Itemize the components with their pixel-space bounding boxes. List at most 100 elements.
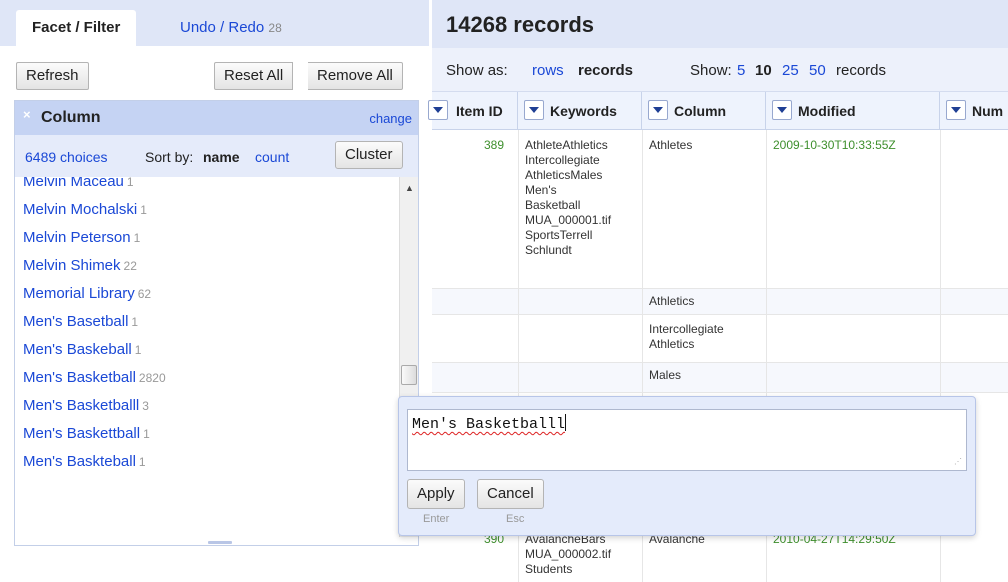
facet-change-link[interactable]: change	[369, 111, 412, 126]
page-size-suffix: records	[836, 62, 887, 79]
apply-shortcut-hint: Enter	[423, 513, 450, 525]
choice-count: 1	[126, 177, 134, 189]
choice-name[interactable]: Men's Basketballl	[23, 397, 139, 414]
choice-count: 1	[143, 427, 150, 441]
show-as-records-current: records	[578, 62, 634, 79]
undo-count: 28	[268, 21, 282, 35]
resize-grip-icon[interactable]: ⋰	[954, 457, 962, 467]
column-header-modified[interactable]: Modified	[766, 92, 940, 130]
page-size-50[interactable]: 50	[809, 62, 826, 79]
cell-column[interactable]: Intercollegiate Athletics	[649, 322, 724, 352]
facet-header: × Column change	[15, 101, 418, 135]
facet-controls: 6489 choices Sort by: name count Cluster	[15, 135, 418, 177]
keyword-line: MUA_000002.tif	[525, 547, 612, 561]
show-as-label: Show as:	[446, 62, 508, 79]
column-menu-icon[interactable]	[946, 100, 966, 120]
show-as-rows-link[interactable]: rows	[532, 62, 564, 79]
edit-value-textarea[interactable]: Men's Basketballl ⋰	[407, 409, 967, 471]
choice-name[interactable]: Memorial Library	[23, 285, 135, 302]
list-item[interactable]: Men's Baskeball 1	[23, 341, 141, 358]
choice-name[interactable]: Men's Baskettball	[23, 425, 140, 442]
column-header-label: Keywords	[550, 103, 617, 119]
keyword-line: AthleteAthletics	[525, 138, 608, 152]
choice-name[interactable]: Men's Baskteball	[23, 453, 136, 470]
cell-keywords[interactable]: AthleteAthletics Intercollegiate Athleti…	[525, 138, 640, 258]
choice-count: 2820	[138, 371, 166, 385]
list-item[interactable]: Men's Baskettball 1	[23, 425, 150, 442]
left-tab-bar: Facet / Filter Undo / Redo 28	[0, 0, 429, 46]
edit-choice-popup: Men's Basketballl ⋰ Apply Cancel Enter E…	[398, 396, 976, 536]
tab-facet-filter[interactable]: Facet / Filter	[16, 10, 137, 46]
cell-column[interactable]: Athletics	[649, 294, 694, 309]
table-header: Item ID Keywords Column Modified Num	[428, 92, 1008, 130]
column-header-keywords[interactable]: Keywords	[518, 92, 642, 130]
list-item[interactable]: Melvin Maceau 1	[23, 177, 134, 190]
column-header-num[interactable]: Num	[940, 92, 1008, 130]
list-item[interactable]: Melvin Mochalski 1	[23, 201, 147, 218]
choices-count-link[interactable]: 6489 choices	[25, 149, 108, 165]
cell-column[interactable]: Males	[649, 368, 681, 383]
list-item[interactable]: Men's Baskteball 1	[23, 453, 146, 470]
list-item[interactable]: Melvin Shimek 22	[23, 257, 137, 274]
facet-panel: Refresh Reset All Remove All × Column ch…	[0, 46, 429, 582]
list-item[interactable]: Men's Basetball 1	[23, 313, 138, 330]
choice-name[interactable]: Melvin Mochalski	[23, 201, 137, 218]
facet-choice-list: Melvin Maceau 1 Melvin Mochalski 1 Melvin …	[15, 177, 398, 537]
cluster-button[interactable]: Cluster	[335, 141, 403, 169]
apply-button[interactable]: Apply	[407, 479, 465, 509]
list-item[interactable]: Men's Basketball 2820	[23, 369, 166, 386]
cancel-shortcut-hint: Esc	[506, 513, 525, 525]
keyword-line: Students	[525, 562, 573, 576]
column-header-column[interactable]: Column	[642, 92, 766, 130]
choice-name[interactable]: Melvin Shimek	[23, 257, 121, 274]
keyword-line: Basketball	[525, 198, 581, 212]
list-item[interactable]: Men's Basketballl 3	[23, 397, 149, 414]
tab-undo-redo-label: Undo / Redo	[180, 19, 265, 36]
sort-by-count-link[interactable]: count	[255, 149, 289, 165]
cell-column[interactable]: Athletes	[649, 138, 692, 153]
choice-name[interactable]: Men's Basketball	[23, 369, 136, 386]
remove-all-button[interactable]: Remove All	[308, 62, 403, 90]
list-item[interactable]: Memorial Library 62	[23, 285, 151, 302]
choice-name[interactable]: Men's Baskeball	[23, 341, 132, 358]
column-header-item-id[interactable]: Item ID	[428, 92, 518, 130]
keyword-line: Men's	[525, 183, 557, 197]
close-icon[interactable]: ×	[23, 107, 31, 122]
choice-name[interactable]: Melvin Peterson	[23, 229, 131, 246]
facet-resize-handle[interactable]	[208, 541, 232, 544]
tab-undo-redo[interactable]: Undo / Redo 28	[166, 10, 296, 46]
scroll-thumb[interactable]	[401, 365, 417, 385]
column-menu-icon[interactable]	[524, 100, 544, 120]
column-menu-icon[interactable]	[648, 100, 668, 120]
keyword-line: SportsTerrell	[525, 228, 593, 242]
facet-title: Column	[41, 109, 101, 126]
choice-name[interactable]: Men's Basetball	[23, 313, 128, 330]
keyword-line: AthleticsMales	[525, 168, 603, 182]
column-header-label: Num	[972, 103, 1004, 119]
scroll-up-icon[interactable]: ▲	[405, 183, 414, 193]
records-header: 14268 records	[432, 0, 1008, 48]
list-item[interactable]: Melvin Peterson 1	[23, 229, 140, 246]
cell-modified: 2009-10-30T10:33:55Z	[773, 138, 896, 152]
keyword-line: Schlundt	[525, 243, 572, 257]
page-size-10-selected: 10	[755, 62, 772, 79]
column-facet: × Column change 6489 choices Sort by: na…	[14, 100, 419, 546]
cell-line: Athletics	[649, 337, 695, 351]
choice-count: 1	[133, 231, 141, 245]
choice-count: 1	[131, 315, 139, 329]
choice-count: 1	[140, 203, 147, 217]
column-menu-icon[interactable]	[772, 100, 792, 120]
refresh-button[interactable]: Refresh	[16, 62, 89, 90]
cell-keywords[interactable]: AvalancheBars MUA_000002.tif Students	[525, 532, 640, 577]
left-panel: Facet / Filter Undo / Redo 28 Refresh Re…	[0, 0, 429, 582]
choice-name[interactable]: Melvin Maceau	[23, 177, 124, 190]
column-menu-icon[interactable]	[428, 100, 448, 120]
cell-item-id: 389	[484, 138, 505, 152]
page-size-25[interactable]: 25	[782, 62, 799, 79]
page-size-5[interactable]: 5	[737, 62, 745, 79]
view-bar: Show as: rows records Show: 5 10 25 50 r…	[432, 48, 1008, 92]
text-caret	[565, 414, 567, 431]
reset-all-button[interactable]: Reset All	[214, 62, 294, 90]
column-header-label: Modified	[798, 103, 856, 119]
cancel-button[interactable]: Cancel	[477, 479, 544, 509]
